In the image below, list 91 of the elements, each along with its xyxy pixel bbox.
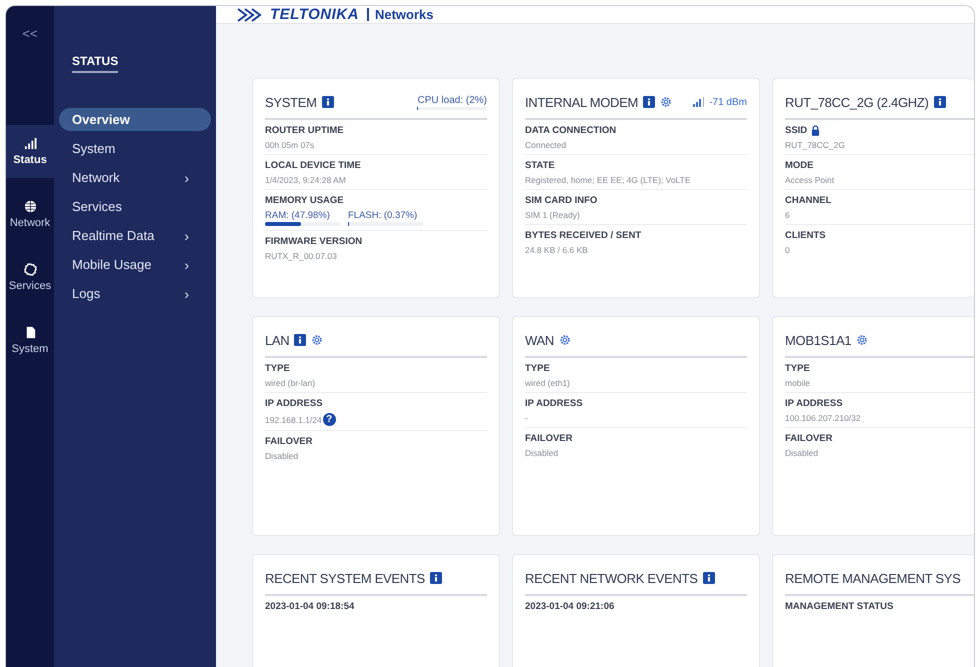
field-value: RUT_78CC_2G [785,140,845,150]
info-icon[interactable] [702,572,715,584]
field-label: FAILOVER [525,433,573,444]
section-title: STATUS [72,54,118,73]
nav-item[interactable]: Logs › [54,282,211,305]
collapse-button[interactable]: << [22,26,38,41]
card-title: SYSTEM [265,94,317,110]
field-label: LOCAL DEVICE TIME [265,160,361,171]
chevron-icon: › [184,256,189,272]
settings-icon[interactable] [311,334,324,346]
field-value: Disabled [525,448,558,458]
settings-icon[interactable] [660,96,672,108]
field-value: 0 [785,245,790,255]
field-label: STATE [525,160,555,171]
field-label: FAILOVER [785,433,833,444]
field-label: IP ADDRESS [525,398,583,409]
chevron-icon: › [184,170,189,186]
card-title: RECENT NETWORK EVENTS [525,570,698,586]
field-label: TYPE [265,363,290,374]
nav-item[interactable]: Services [54,195,211,218]
rail-tab[interactable]: Network [6,188,54,241]
field-value: 6 [785,210,790,220]
info-icon[interactable] [430,572,442,584]
product-name: Networks [366,8,434,21]
info-icon[interactable] [934,96,946,108]
field-value: 00h 05m 07s [265,140,314,150]
nav-item[interactable]: Overview [59,108,211,131]
field-label: CHANNEL [785,195,832,206]
field-label: TYPE [525,363,550,374]
globe-icon [24,200,36,213]
field-value: Registered, home; EE EE; 4G (LTE); VoLTE [525,175,691,185]
field-value: 192.168.1.1/24 [265,414,322,424]
chevron-icon: › [184,228,189,244]
card-title: INTERNAL MODEM [525,94,638,110]
rail-tab[interactable]: Status [6,125,54,178]
info-icon[interactable] [322,96,334,108]
field-label: SIM CARD INFO [525,195,598,206]
field-value: mobile [785,378,810,388]
field-value: Connected [525,140,566,150]
field-label: IP ADDRESS [265,398,323,409]
info-icon[interactable] [294,334,306,346]
memory-usage: RAM: (47.98%) [265,210,331,221]
nav-item[interactable]: Network › [54,166,211,189]
card-title: RECENT SYSTEM EVENTS [265,570,425,586]
card-title: WAN [525,332,554,348]
help-icon[interactable]: ? [322,413,336,426]
field-label: MANAGEMENT STATUS [785,601,894,612]
rail-tab[interactable]: Services [6,251,54,304]
field-value: RUTX_R_00.07.03 [265,251,337,261]
field-label: IP ADDRESS [785,398,843,409]
field-label: 2023-01-04 09:18:54 [265,601,354,612]
field-label: 2023-01-04 09:21:06 [525,601,614,612]
field-value: Disabled [265,451,298,461]
field-label: TYPE [785,363,810,374]
field-value: 100.106.207.210/32 [785,413,861,423]
signal-bars-icon [24,137,36,150]
nav-item[interactable]: System [54,137,211,160]
nav-item[interactable]: Mobile Usage › [54,253,211,276]
card-title: MOB1S1A1 [785,332,852,348]
signal-bars-icon [692,96,706,108]
settings-icon[interactable] [558,334,571,346]
chevron-icon: › [184,286,189,302]
field-label: FAILOVER [265,436,313,447]
field-label: FIRMWARE VERSION [265,236,362,247]
field-value: wired (eth1) [525,378,570,388]
field-label: CLIENTS [785,230,826,241]
rail-tab[interactable]: System [6,314,54,367]
nav-item[interactable]: Realtime Data › [54,224,211,247]
settings-icon[interactable] [856,334,868,346]
field-value: Disabled [785,448,818,458]
field-value: - [525,413,528,423]
brand-name: TELTONIKA [270,6,359,23]
field-value: 24.8 KB / 6.6 KB [525,245,588,255]
cpu-load: CPU load: (2%) [418,94,487,106]
field-label: SSID [785,125,808,136]
card-title: LAN [265,332,290,348]
info-icon[interactable] [643,96,656,108]
field-label: BYTES RECEIVED / SENT [525,230,642,241]
field-value: SIM 1 (Ready) [525,210,580,220]
field-label: MEMORY USAGE [265,195,344,206]
field-label: ROUTER UPTIME [265,125,344,136]
field-label: MODE [785,160,814,171]
settings-icon [24,263,36,276]
signal-strength: -71 dBm [709,96,747,108]
field-value: wired (br-lan) [265,378,316,388]
field-value: 1/4/2023, 9:24:28 AM [265,175,346,185]
memory-usage: FLASH: (0.37%) [348,210,418,221]
field-label: DATA CONNECTION [525,125,616,136]
card-title: REMOTE MANAGEMENT SYS [785,570,960,586]
card-title: RUT_78CC_2G (2.4GHZ) [785,94,929,110]
field-value: Access Point [785,175,834,185]
